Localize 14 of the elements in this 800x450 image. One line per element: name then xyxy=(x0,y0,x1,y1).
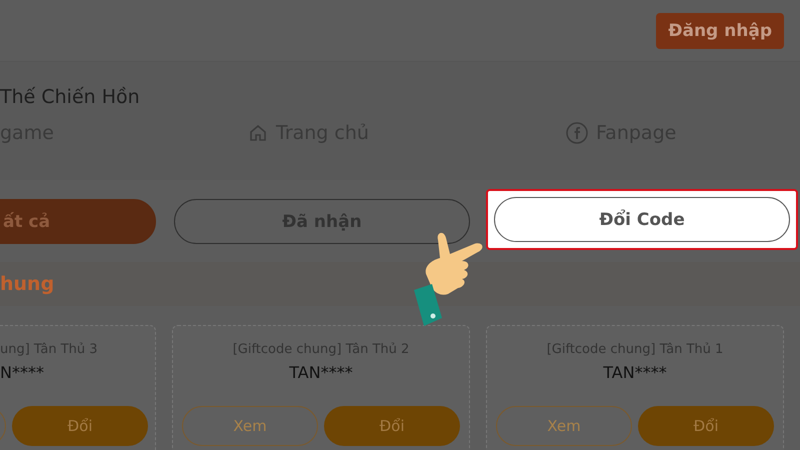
gift-code: TAN**** xyxy=(288,363,354,382)
redeem-button[interactable]: Đổi xyxy=(324,406,460,446)
site-title: Thế Chiến Hồn xyxy=(0,86,140,108)
view-button[interactable]: Xem xyxy=(496,406,632,446)
gift-code: TAN**** xyxy=(602,363,668,382)
facebook-icon xyxy=(566,122,588,144)
redeem-button[interactable]: Đổi xyxy=(12,406,148,446)
gift-code: N**** xyxy=(0,363,45,382)
home-icon xyxy=(248,123,268,143)
section-title: hung xyxy=(0,273,54,295)
filter-tab[interactable]: Đổi Code xyxy=(494,197,790,242)
redeem-button[interactable]: Đổi xyxy=(638,406,774,446)
login-button[interactable]: Đăng nhập xyxy=(656,12,784,48)
view-button[interactable]: Xem xyxy=(182,406,318,446)
